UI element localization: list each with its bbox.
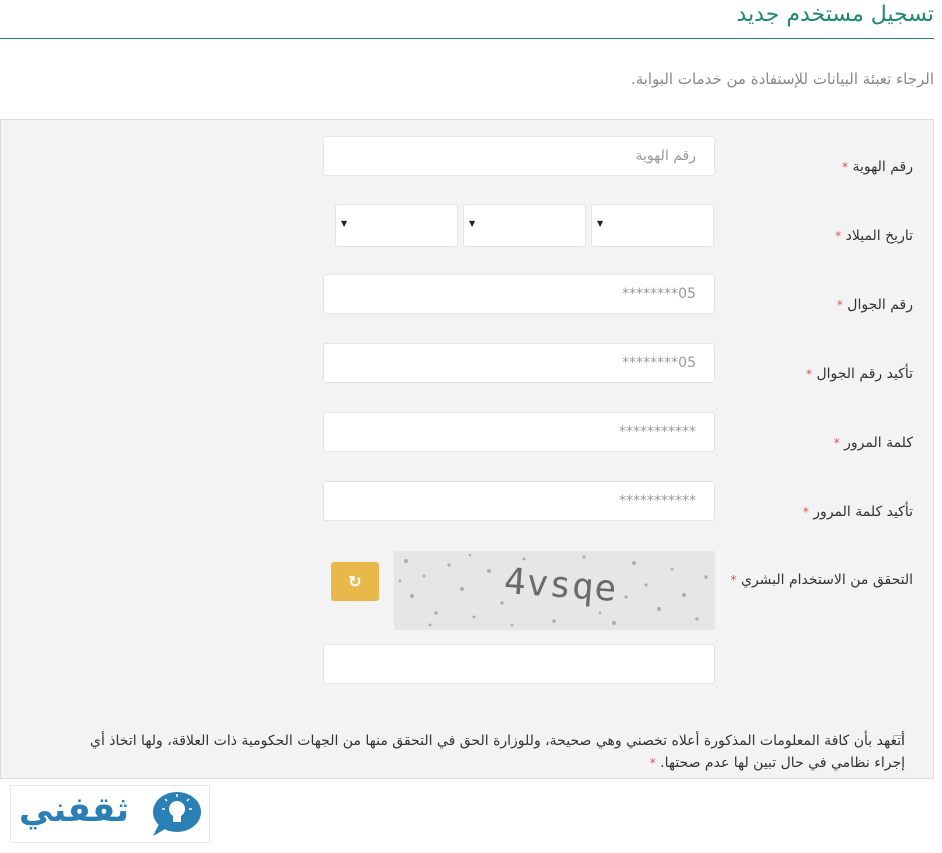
password-confirm-label: تأكيد كلمة المرور * [803, 504, 913, 520]
dropdown-arrow-icon: ▼ [597, 219, 604, 228]
terms-statement: أتعهد بأن كافة المعلومات المذكورة أعلاه … [85, 730, 905, 774]
captcha-label: التحقق من الاستخدام البشري * [731, 572, 913, 588]
captcha-label-text: التحقق من الاستخدام البشري [740, 572, 913, 588]
title-divider [0, 38, 934, 39]
required-mark: * [835, 229, 842, 243]
dropdown-arrow-icon: ▼ [341, 219, 348, 228]
id-number-label-text: رقم الهوية [852, 159, 913, 175]
password-label-text: كلمة المرور [844, 435, 913, 451]
site-logo: ثقفني [10, 785, 210, 843]
birth-day-select[interactable]: ▼ [591, 204, 714, 247]
birth-date-label-text: تاريخ الميلاد [845, 228, 913, 244]
registration-page: تسجيل مستخدم جديد الرجاء تعبئة البيانات … [0, 0, 942, 853]
mobile-label-text: رقم الجوال [847, 297, 913, 313]
required-mark: * [842, 160, 849, 174]
captcha-answer-input[interactable] [323, 644, 715, 684]
required-mark: * [730, 573, 737, 587]
required-mark: * [805, 367, 812, 381]
captcha-refresh-button[interactable]: ↻ [331, 562, 379, 601]
birth-date-label: تاريخ الميلاد * [835, 228, 913, 244]
required-mark: * [836, 298, 843, 312]
refresh-icon: ↻ [348, 573, 362, 591]
mobile-input[interactable] [323, 274, 715, 314]
password-confirm-input[interactable] [323, 481, 715, 521]
page-title: تسجيل مستخدم جديد [736, 2, 934, 27]
captcha-image: 4vsqe [394, 551, 715, 630]
required-mark: * [649, 756, 656, 770]
registration-form: رقم الهوية * تاريخ الميلاد * ▼ ▼ ▼ رقم ا… [0, 119, 934, 779]
password-input[interactable] [323, 412, 715, 452]
lightbulb-icon [153, 792, 201, 836]
mobile-confirm-input[interactable] [323, 343, 715, 383]
mobile-label: رقم الجوال * [837, 297, 913, 313]
mobile-confirm-label: تأكيد رقم الجوال * [806, 366, 913, 382]
birth-year-select[interactable]: ▼ [335, 204, 458, 247]
dropdown-arrow-icon: ▼ [469, 219, 476, 228]
logo-text: ثقفني [19, 790, 129, 830]
mobile-confirm-label-text: تأكيد رقم الجوال [816, 366, 913, 382]
id-number-input[interactable] [323, 136, 715, 176]
required-mark: * [802, 505, 809, 519]
terms-text: أتعهد بأن كافة المعلومات المذكورة أعلاه … [89, 733, 905, 771]
captcha-text: 4vsqe [502, 561, 619, 610]
password-label: كلمة المرور * [834, 435, 913, 451]
required-mark: * [833, 436, 840, 450]
birth-month-select[interactable]: ▼ [463, 204, 586, 247]
intro-text: الرجاء تعبئة البيانات للإستفادة من خدمات… [630, 70, 934, 88]
password-confirm-label-text: تأكيد كلمة المرور [813, 504, 913, 520]
id-number-label: رقم الهوية * [842, 159, 913, 175]
